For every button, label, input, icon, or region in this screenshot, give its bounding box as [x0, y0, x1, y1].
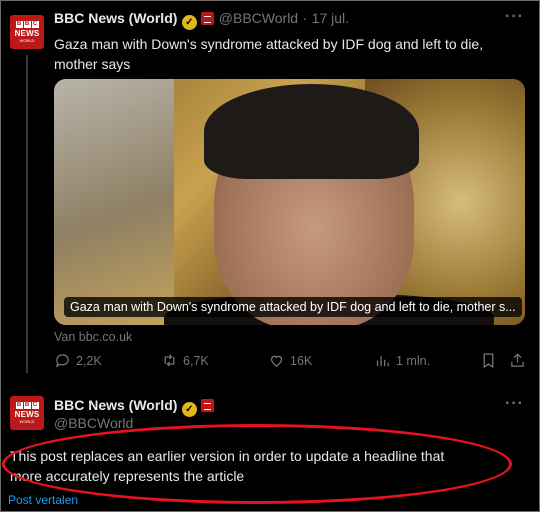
bbc-block: C — [31, 402, 39, 409]
more-options-icon[interactable]: ··· — [505, 8, 524, 26]
author-name[interactable]: BBC News (World) — [54, 397, 177, 413]
avatar-sublabel: WORLD — [19, 419, 35, 424]
verified-badge-icon: ✓ — [181, 15, 197, 30]
author-handle[interactable]: @BBCWorld — [219, 10, 298, 26]
views-count: 1 mln. — [396, 353, 431, 368]
bbc-logo-blocks: B B C — [15, 21, 39, 28]
avatar-label: NEWS — [14, 410, 40, 419]
verified-badge-icon: ✓ — [181, 402, 197, 417]
link-card-image[interactable]: Gaza man with Down's syndrome attacked b… — [54, 79, 525, 325]
author-handle[interactable]: @BBCWorld — [54, 415, 133, 431]
tweet-text-line: This post replaces an earlier version in… — [10, 448, 445, 464]
avatar-label: NEWS — [14, 29, 40, 38]
bbc-block: B — [23, 21, 31, 28]
like-count: 16K — [290, 353, 313, 368]
thread-line — [26, 55, 28, 373]
avatar[interactable]: B B C NEWS WORLD — [10, 396, 44, 430]
bookmark-button[interactable] — [480, 352, 497, 369]
post-date[interactable]: 17 jul. — [312, 10, 349, 26]
translate-post-link[interactable]: Post vertalen — [8, 493, 78, 507]
like-icon — [270, 355, 283, 367]
views-button[interactable]: 1 mln. — [374, 352, 430, 369]
bbc-block: C — [31, 21, 39, 28]
image-subject-hair — [204, 84, 419, 179]
tweet-text: Gaza man with Down's syndrome attacked b… — [54, 36, 484, 72]
separator: · — [302, 10, 308, 26]
bookmark-icon — [483, 353, 494, 369]
action-bar: 2,2K 6,7K 16K 1 mln. — [54, 352, 526, 378]
reply-count: 2,2K — [76, 353, 102, 368]
repost-button[interactable]: 6,7K — [161, 352, 209, 369]
bbc-block: B — [15, 402, 23, 409]
bbc-block: B — [23, 402, 31, 409]
tweet-header: BBC News (World) ✓ @BBCWorld · 17 jul. — [54, 10, 349, 30]
more-options-icon[interactable]: ··· — [505, 395, 524, 413]
repost-icon — [164, 354, 175, 367]
tweet-header: BBC News (World) ✓ — [54, 397, 215, 417]
reply-button[interactable]: 2,2K — [54, 352, 102, 369]
repost-count: 6,7K — [183, 353, 209, 368]
share-icon — [511, 353, 524, 367]
bbc-logo-blocks: B B C — [15, 402, 39, 409]
avatar-sublabel: WORLD — [19, 38, 35, 43]
link-source[interactable]: Van bbc.co.uk — [54, 330, 132, 344]
link-card-title[interactable]: Gaza man with Down's syndrome attacked b… — [64, 297, 522, 317]
views-icon — [376, 356, 389, 367]
share-button[interactable] — [509, 352, 526, 369]
affiliate-badge-icon[interactable] — [201, 399, 215, 412]
reply-icon — [55, 354, 69, 368]
image-background — [54, 79, 174, 325]
author-name[interactable]: BBC News (World) — [54, 10, 177, 26]
tweet-text-line: more accurately represents the article — [10, 468, 245, 484]
affiliate-badge-icon[interactable] — [201, 12, 215, 25]
avatar[interactable]: B B C NEWS WORLD — [10, 15, 44, 49]
bbc-block: B — [15, 21, 23, 28]
like-button[interactable]: 16K — [268, 352, 312, 369]
